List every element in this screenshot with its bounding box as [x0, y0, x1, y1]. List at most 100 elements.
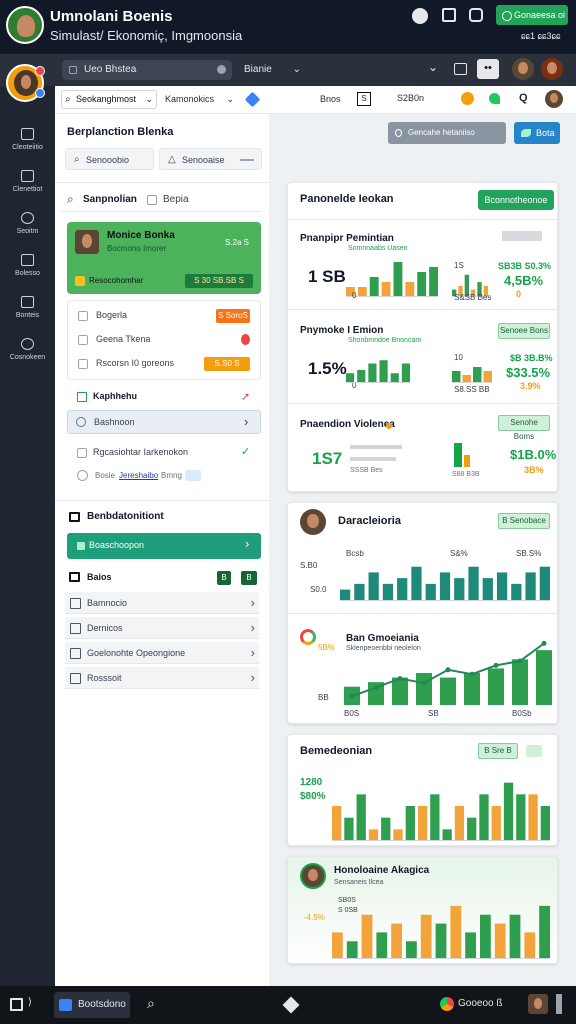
chart-bar: [465, 932, 476, 959]
search-select-label: Seokanghmost: [76, 94, 137, 104]
card-action-button[interactable]: B Sre B: [478, 743, 518, 759]
search-icon[interactable]: ⌕: [147, 995, 155, 1012]
card-action-button[interactable]: B Senobace: [498, 513, 550, 529]
profile-avatar[interactable]: [6, 64, 45, 102]
user-avatar[interactable]: [512, 58, 534, 80]
dot-icon: [386, 423, 392, 429]
leaf-icon[interactable]: [489, 93, 500, 104]
checkbox[interactable]: [78, 359, 88, 369]
filter-2[interactable]: △ Senooaise: [159, 148, 262, 170]
diamond-icon[interactable]: [282, 996, 300, 1014]
metric-title: Pnanpipr Pemintian: [300, 233, 394, 244]
filter-1[interactable]: ⌕ Senooobio: [65, 148, 154, 170]
metric-percent: $33.5%: [506, 365, 551, 380]
checkbox[interactable]: [77, 448, 87, 458]
nav-row[interactable]: Dernicos: [65, 617, 259, 639]
q-button[interactable]: Q: [519, 92, 528, 104]
toolbar-item-label: S2B0n: [397, 93, 425, 103]
sidebar-item-5[interactable]: Bonteis: [0, 290, 55, 328]
chart-bar: [483, 371, 492, 383]
tab-url[interactable]: Ueo Bhstea: [62, 60, 232, 80]
chat-icon[interactable]: [469, 8, 483, 22]
target-icon: [21, 212, 34, 224]
sidebar-item-3[interactable]: Seoitm: [0, 206, 55, 244]
toolbar-item[interactable]: S: [357, 92, 371, 106]
card-action-button[interactable]: Bconnotheonoe: [478, 190, 554, 210]
nav-row[interactable]: Goelonohte Opeongione: [65, 642, 259, 664]
taskbar: ⟩ Bootsdono ⌕ Gooeoo ß: [0, 986, 576, 1024]
chart-point: [517, 658, 523, 664]
browser-icon[interactable]: [440, 997, 454, 1011]
medal-icon[interactable]: [461, 92, 474, 105]
section-title: Benbdatonitiont: [87, 511, 164, 522]
nav-row[interactable]: Bamnocio: [65, 592, 259, 614]
window-icon[interactable]: [454, 63, 467, 75]
list-item: Geena Tkena: [96, 334, 151, 344]
link[interactable]: Jereshaibo: [119, 471, 158, 480]
sub-tag[interactable]: B: [241, 571, 257, 585]
section-label: Kaphhehu: [93, 391, 137, 401]
user-avatar[interactable]: [545, 90, 563, 108]
user-avatar[interactable]: [541, 58, 563, 80]
profile-value: S 30 SB.SB S: [185, 274, 253, 288]
section-button[interactable]: Boaschoopon ›: [67, 533, 261, 559]
item-label: Bashnoon: [94, 417, 135, 427]
metric-button[interactable]: Senohe Boms: [498, 415, 550, 441]
card-action-label: B Senobace: [502, 516, 546, 525]
chevron-down-icon[interactable]: ⌄: [428, 60, 438, 74]
more-button[interactable]: ••: [477, 59, 499, 79]
chart-bar: [473, 367, 482, 383]
axis-label: S.B0: [300, 561, 318, 570]
radio-icon[interactable]: [77, 470, 88, 481]
nav-row-label: Rosssoit: [87, 673, 122, 683]
checkbox[interactable]: [78, 335, 88, 345]
checklist: Bogerla S SoroS Geena Tkena Rscorsn I0 g…: [67, 300, 261, 380]
metric-title: Pnaendion Violenea: [300, 419, 395, 430]
combo-chart: [344, 640, 552, 705]
toolbar-item[interactable]: S2B0n: [397, 93, 424, 103]
nav-row[interactable]: Rosssoit: [65, 667, 259, 689]
sub-tag[interactable]: B: [217, 571, 231, 585]
chart-bar: [435, 923, 447, 959]
status-badge: S SoroS: [216, 309, 250, 323]
sidebar-item-1[interactable]: Cleoteiitio: [0, 122, 55, 160]
chart-bar: [368, 572, 379, 601]
settings-icon[interactable]: [412, 8, 428, 24]
avatar[interactable]: [6, 6, 44, 44]
chart-bar: [440, 677, 456, 705]
view-select[interactable]: Bianie ⌄: [244, 64, 301, 75]
chevron-icon[interactable]: ⟩: [28, 997, 32, 1008]
sidebar: Cleoteiitio Clenettiot Seoitm Bolesso Bo…: [0, 64, 55, 986]
checkbox[interactable]: [78, 311, 88, 321]
flag-icon[interactable]: [442, 8, 456, 22]
primary-button[interactable]: Bota: [514, 122, 560, 144]
tag-icon[interactable]: [526, 745, 542, 757]
toolbar-item[interactable]: Bnos: [320, 94, 341, 104]
user-avatar[interactable]: [528, 994, 548, 1014]
diamond-icon[interactable]: [244, 91, 261, 108]
selected-item[interactable]: Bashnoon ›: [67, 410, 261, 434]
checkbox[interactable]: [147, 195, 157, 205]
sidebar-item-4[interactable]: Bolesso: [0, 248, 55, 286]
header-action-button[interactable]: Gonaeesa oi: [496, 5, 568, 25]
record-icon: [217, 65, 226, 74]
pin-icon[interactable]: ➚: [241, 390, 250, 403]
chart-bar: [464, 673, 480, 705]
tab-2[interactable]: Bepia: [163, 194, 189, 205]
task-app-label: Bootsdono: [78, 999, 126, 1010]
secondary-button[interactable]: Gencahe hetaniiso: [388, 122, 506, 144]
profile-card[interactable]: Monice Bonka Bocmono Imorer S.2a S Resoc…: [67, 222, 261, 294]
tab-label: Ueo Bhstea: [84, 64, 137, 75]
metric-note: 3B%: [524, 465, 544, 475]
tray-label: Gooeoo ß: [458, 998, 503, 1009]
chart-bar: [346, 941, 358, 959]
category-select[interactable]: Kamonokics ⌄: [165, 94, 234, 105]
sidebar-item-2[interactable]: Clenettiot: [0, 164, 55, 202]
metric-button[interactable]: Senoee Bons: [498, 323, 550, 339]
task-app[interactable]: Bootsdono: [54, 992, 130, 1018]
search-select[interactable]: ⌕ Seokanghmost ⌄: [61, 90, 157, 109]
start-icon[interactable]: [10, 998, 23, 1011]
chart-bar: [516, 794, 526, 841]
tab-search[interactable]: Sanpnolian: [83, 194, 137, 205]
sidebar-item-6[interactable]: Cosnokeen: [0, 332, 55, 370]
